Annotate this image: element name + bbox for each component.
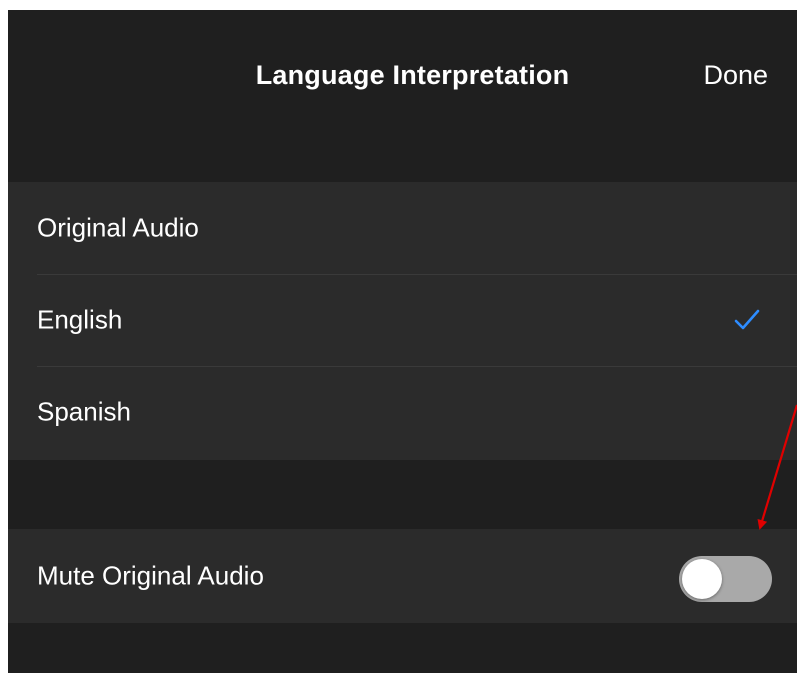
checkmark-icon (734, 309, 760, 330)
mute-section: Mute Original Audio (8, 529, 797, 623)
language-option-original-audio[interactable]: Original Audio (8, 182, 797, 274)
mute-original-audio-toggle[interactable] (679, 556, 772, 602)
mute-original-audio-row: Mute Original Audio (8, 529, 797, 623)
language-option-english[interactable]: English (8, 274, 797, 366)
interpretation-screen: Language Interpretation Done Original Au… (8, 10, 797, 673)
navigation-bar: Language Interpretation Done (8, 10, 797, 130)
mute-original-audio-label: Mute Original Audio (37, 560, 264, 591)
language-option-spanish[interactable]: Spanish (8, 366, 797, 458)
language-list: Original Audio English Spanish (8, 182, 797, 460)
language-option-label: Spanish (37, 396, 131, 427)
toggle-knob (682, 559, 722, 599)
language-option-label: Original Audio (37, 212, 199, 243)
page-title: Language Interpretation (255, 60, 570, 90)
done-button[interactable]: Done (703, 60, 768, 91)
language-option-label: English (37, 304, 123, 335)
